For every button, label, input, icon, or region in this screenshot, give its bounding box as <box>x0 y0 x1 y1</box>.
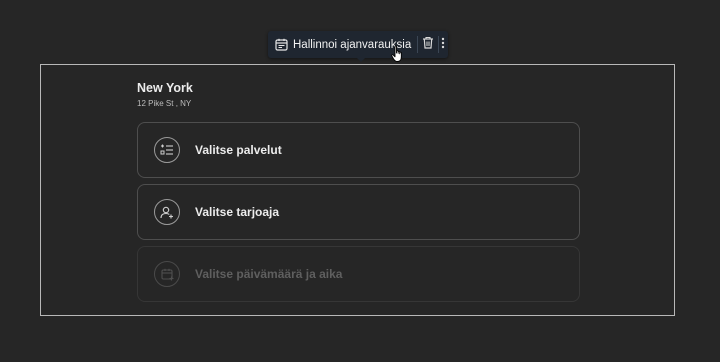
location-name: New York <box>137 81 193 95</box>
toolbar-pointer <box>356 57 366 62</box>
more-options-button[interactable] <box>438 31 448 58</box>
select-date-time-step: Valitse päivämäärä ja aika <box>137 246 580 302</box>
step-label: Valitse palvelut <box>195 143 282 157</box>
step-label: Valitse päivämäärä ja aika <box>195 267 343 281</box>
step-label: Valitse tarjoaja <box>195 205 280 219</box>
delete-block-button[interactable] <box>418 31 437 58</box>
calendar-add-icon <box>154 261 180 287</box>
hand-cursor-icon <box>391 45 405 63</box>
select-provider-step[interactable]: Valitse tarjoaja <box>137 184 580 240</box>
select-services-step[interactable]: Valitse palvelut <box>137 122 580 178</box>
add-user-icon <box>154 199 180 225</box>
location-address: 12 Pike St , NY <box>137 99 192 108</box>
trash-icon <box>422 36 434 54</box>
service-list-icon <box>154 137 180 163</box>
editor-canvas: Hallinnoi ajanvarauksia New York 12 Pike… <box>0 0 720 362</box>
block-toolbar: Hallinnoi ajanvarauksia <box>268 31 448 58</box>
calendar-icon <box>275 38 288 51</box>
more-vertical-icon <box>441 36 445 54</box>
